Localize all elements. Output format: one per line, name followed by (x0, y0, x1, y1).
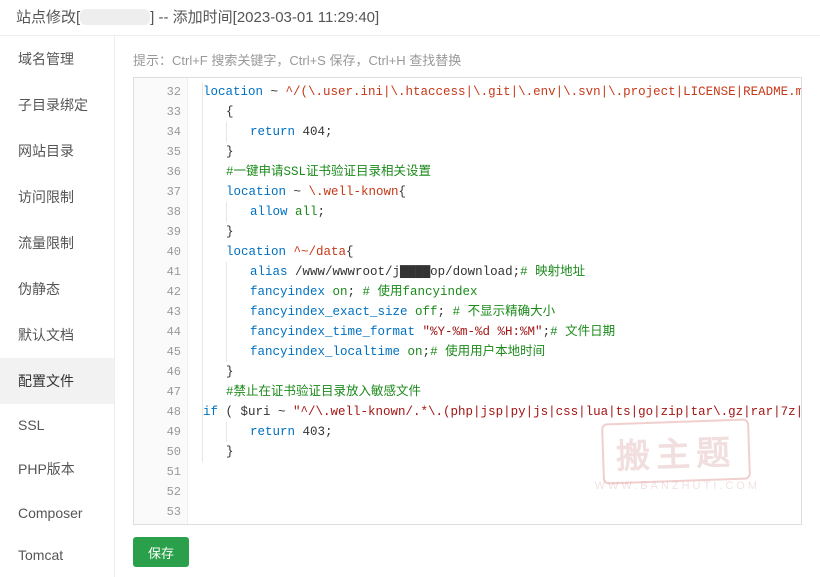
sidebar-item-7[interactable]: 配置文件 (0, 358, 114, 404)
code-line: if ( $uri ~ "^/\.well-known/.*\.(php|jsp… (202, 402, 791, 422)
code-line: } (202, 362, 791, 382)
code-line: location ^~/data{ (202, 242, 791, 262)
code-line: location ~ ^/(\.user.ini|\.htaccess|\.gi… (202, 82, 791, 102)
code-line: } (202, 142, 791, 162)
code-line: location ~ \.well-known{ (202, 182, 791, 202)
sidebar-item-6[interactable]: 默认文档 (0, 312, 114, 358)
sidebar-item-2[interactable]: 网站目录 (0, 128, 114, 174)
sidebar-item-5[interactable]: 伪静态 (0, 266, 114, 312)
sidebar-item-10[interactable]: Composer (0, 492, 114, 534)
code-line: fancyindex on; # 使用fancyindex (202, 282, 791, 302)
code-line: return 404; (202, 122, 791, 142)
code-line: #一键申请SSL证书验证目录相关设置 (202, 162, 791, 182)
code-line: fancyindex_exact_size off; # 不显示精确大小 (202, 302, 791, 322)
sidebar-item-8[interactable]: SSL (0, 404, 114, 446)
code-line: } (202, 442, 791, 462)
code-line: } (202, 222, 791, 242)
sidebar: 域名管理子目录绑定网站目录访问限制流量限制伪静态默认文档配置文件SSLPHP版本… (0, 36, 115, 577)
code-line: fancyindex_time_format "%Y-%m-%d %H:%M";… (202, 322, 791, 342)
code-line: fancyindex_localtime on;# 使用用户本地时间 (202, 342, 791, 362)
code-line: { (202, 102, 791, 122)
sidebar-item-3[interactable]: 访问限制 (0, 174, 114, 220)
sidebar-item-0[interactable]: 域名管理 (0, 36, 114, 82)
code-line: return 403; (202, 422, 791, 442)
sidebar-item-9[interactable]: PHP版本 (0, 446, 114, 492)
code-line: #禁止在证书验证目录放入敏感文件 (202, 382, 791, 402)
title-prefix: 站点修改[ (16, 9, 80, 26)
line-gutter: 3233343536373839404142434445464748495051… (134, 78, 188, 525)
save-button[interactable]: 保存 (133, 537, 189, 567)
sidebar-item-11[interactable]: Tomcat (0, 534, 114, 576)
sidebar-item-4[interactable]: 流量限制 (0, 220, 114, 266)
title-masked (80, 9, 150, 25)
title-suffix: ] -- 添加时间[2023-03-01 11:29:40] (150, 9, 379, 26)
config-editor[interactable]: 3233343536373839404142434445464748495051… (133, 77, 802, 525)
editor-hint: 提示：Ctrl+F 搜索关键字，Ctrl+S 保存，Ctrl+H 查找替换 (133, 50, 802, 69)
window-title: 站点修改[ ] -- 添加时间[2023-03-01 11:29:40] (0, 0, 820, 36)
code-line: allow all; (202, 202, 791, 222)
sidebar-item-1[interactable]: 子目录绑定 (0, 82, 114, 128)
code-area[interactable]: location ~ ^/(\.user.ini|\.htaccess|\.gi… (188, 78, 801, 466)
code-line: alias /www/wwwroot/j▇▇▇▇op/download;# 映射… (202, 262, 791, 282)
